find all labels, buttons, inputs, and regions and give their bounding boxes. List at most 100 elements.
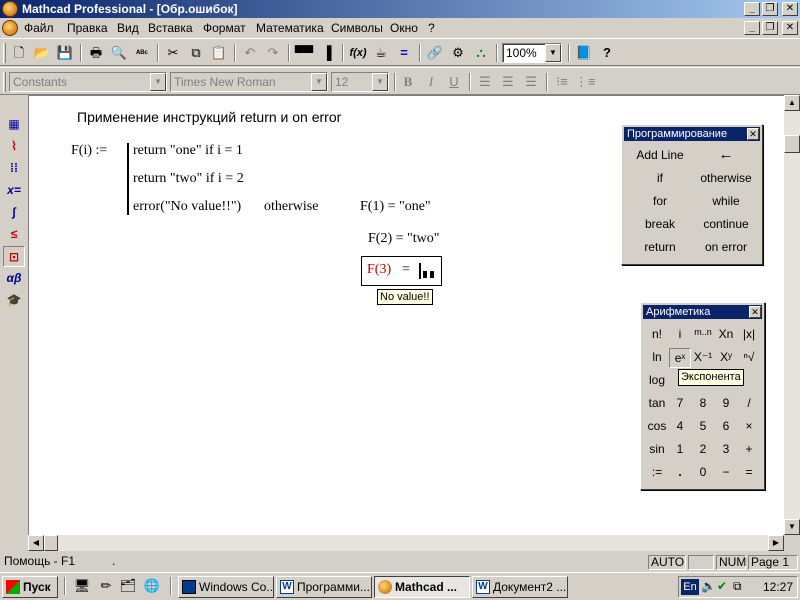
- worksheet-heading[interactable]: Применение инструкций return и on error: [77, 109, 341, 125]
- task-windows-commander[interactable]: Windows Co...: [178, 576, 274, 598]
- title-bar[interactable]: Mathcad Professional - [Обр.ошибок] _ ❐ …: [0, 0, 800, 18]
- language-indicator[interactable]: En: [681, 579, 699, 595]
- print-preview-icon[interactable]: 🔍: [109, 43, 129, 63]
- task-programming-doc[interactable]: W Программи...: [276, 576, 372, 598]
- program-line-2[interactable]: return "two" if i = 2: [133, 171, 244, 187]
- print-icon[interactable]: 🖶: [86, 43, 106, 63]
- quicklaunch-icon-2[interactable]: 🗂: [118, 576, 138, 596]
- close-icon[interactable]: ✕: [749, 306, 761, 318]
- scroll-right-icon[interactable]: ▶: [768, 535, 784, 551]
- evaluation-f3-lhs[interactable]: F(3): [367, 262, 391, 278]
- task-mathcad[interactable]: Mathcad ...: [374, 576, 470, 598]
- close-button[interactable]: ✕: [782, 2, 798, 16]
- insert-component-icon[interactable]: ⚙: [448, 43, 468, 63]
- inverse-button[interactable]: X⁻¹: [691, 350, 715, 364]
- start-button[interactable]: Пуск: [2, 576, 58, 598]
- doc-close-button[interactable]: ✕: [782, 21, 798, 35]
- matrix-icon[interactable]: ⁞⁞: [3, 158, 25, 179]
- undo-icon[interactable]: ↶: [240, 43, 260, 63]
- greek-icon[interactable]: αβ: [3, 268, 25, 289]
- break-button[interactable]: break: [628, 217, 692, 231]
- digit-1-button[interactable]: 1: [668, 442, 692, 456]
- show-desktop-icon[interactable]: 🖥: [72, 576, 92, 596]
- mathcad-app-icon[interactable]: [2, 1, 18, 17]
- scroll-down-icon[interactable]: ▼: [784, 519, 800, 535]
- quicklaunch-icon[interactable]: ✏: [96, 576, 116, 596]
- task-document2[interactable]: W Документ2 ...: [472, 576, 568, 598]
- font-combo[interactable]: Times New Roman ▼: [170, 72, 328, 92]
- digit-0-button[interactable]: 0: [691, 465, 715, 479]
- evaluation-f1[interactable]: F(1) = "one": [360, 199, 431, 215]
- cut-icon[interactable]: ✂: [163, 43, 183, 63]
- chevron-down-icon[interactable]: ▼: [545, 44, 561, 62]
- bold-icon[interactable]: B: [398, 72, 418, 92]
- digit-8-button[interactable]: 8: [691, 396, 715, 410]
- sin-button[interactable]: sin: [645, 442, 669, 456]
- ln-button[interactable]: ln: [645, 350, 669, 364]
- programming-icon[interactable]: ⊡: [3, 246, 25, 267]
- local-assignment-button[interactable]: ←: [694, 146, 758, 163]
- copy-icon[interactable]: ⧉: [186, 43, 206, 63]
- nth-root-button[interactable]: ⁿ√: [737, 350, 761, 364]
- otherwise-button[interactable]: otherwise: [694, 171, 758, 185]
- new-document-icon[interactable]: 🗋: [9, 43, 29, 63]
- doc-minimize-button[interactable]: _: [744, 21, 760, 35]
- horizontal-scroll-thumb[interactable]: [44, 535, 58, 551]
- chevron-down-icon[interactable]: ▼: [372, 73, 388, 91]
- evaluation-icon[interactable]: x=: [3, 180, 25, 201]
- digit-6-button[interactable]: 6: [714, 419, 738, 433]
- numbering-icon[interactable]: ⋮≡: [575, 72, 596, 92]
- menu-math[interactable]: Математика: [256, 21, 324, 35]
- redo-icon[interactable]: ↷: [263, 43, 283, 63]
- volume-icon[interactable]: 🔈: [701, 579, 716, 593]
- definition-button[interactable]: :=: [645, 465, 669, 479]
- scroll-up-icon[interactable]: ▲: [784, 95, 800, 111]
- project-icon[interactable]: ⛬: [471, 43, 491, 63]
- range-button[interactable]: m..n: [691, 327, 715, 337]
- multiply-button[interactable]: ×: [737, 419, 761, 433]
- tray-app-icon[interactable]: ⧉: [733, 579, 742, 594]
- calculate-icon[interactable]: =: [394, 43, 414, 63]
- resource-center-icon[interactable]: 📘: [574, 43, 594, 63]
- digit-5-button[interactable]: 5: [691, 419, 715, 433]
- while-button[interactable]: while: [694, 194, 758, 208]
- help-icon[interactable]: ?: [597, 43, 617, 63]
- document-icon[interactable]: [2, 20, 18, 36]
- minimize-button[interactable]: _: [744, 2, 760, 16]
- add-line-button[interactable]: Add Line: [628, 148, 692, 162]
- calculus-icon[interactable]: ∫: [3, 202, 25, 223]
- horizontal-scrollbar[interactable]: ◀ ▶: [28, 535, 784, 551]
- calculator-icon[interactable]: ▦: [3, 114, 25, 135]
- program-line-3-otherwise[interactable]: otherwise: [264, 199, 318, 215]
- align-across-icon[interactable]: ▀▀: [294, 43, 314, 63]
- digit-3-button[interactable]: 3: [714, 442, 738, 456]
- absolute-value-button[interactable]: |x|: [737, 327, 761, 341]
- style-combo[interactable]: Constants ▼: [9, 72, 167, 92]
- subscript-button[interactable]: Xn: [714, 327, 738, 341]
- log-button[interactable]: log: [645, 373, 669, 387]
- bullets-icon[interactable]: ⁝≡: [552, 72, 572, 92]
- insert-unit-icon[interactable]: ☕: [371, 43, 391, 63]
- menu-file[interactable]: Файл: [24, 21, 54, 35]
- imaginary-unit-button[interactable]: i: [668, 327, 692, 341]
- graph-icon[interactable]: ⌇: [3, 136, 25, 157]
- for-button[interactable]: for: [628, 194, 692, 208]
- cos-button[interactable]: cos: [645, 419, 669, 433]
- menu-help[interactable]: ?: [428, 21, 435, 35]
- align-center-icon[interactable]: ☰: [498, 72, 518, 92]
- tan-button[interactable]: tan: [645, 396, 669, 410]
- insert-function-icon[interactable]: f(x): [348, 43, 368, 63]
- function-definition-lhs[interactable]: F(i) :=: [71, 143, 107, 159]
- factorial-button[interactable]: n!: [645, 327, 669, 341]
- digit-4-button[interactable]: 4: [668, 419, 692, 433]
- menu-insert[interactable]: Вставка: [148, 21, 193, 35]
- evaluation-f3-equals[interactable]: =: [402, 262, 410, 278]
- vertical-scrollbar[interactable]: ▲ ▼: [784, 95, 800, 535]
- insert-hyperlink-icon[interactable]: 🔗: [425, 43, 445, 63]
- italic-icon[interactable]: I: [421, 72, 441, 92]
- continue-button[interactable]: continue: [694, 217, 758, 231]
- align-down-icon[interactable]: ▐: [317, 43, 337, 63]
- spellcheck-icon[interactable]: ᴬᴮᶜ: [132, 43, 152, 63]
- program-line-3-error[interactable]: error("No value!!"): [133, 199, 241, 215]
- boolean-icon[interactable]: ≤: [3, 224, 25, 245]
